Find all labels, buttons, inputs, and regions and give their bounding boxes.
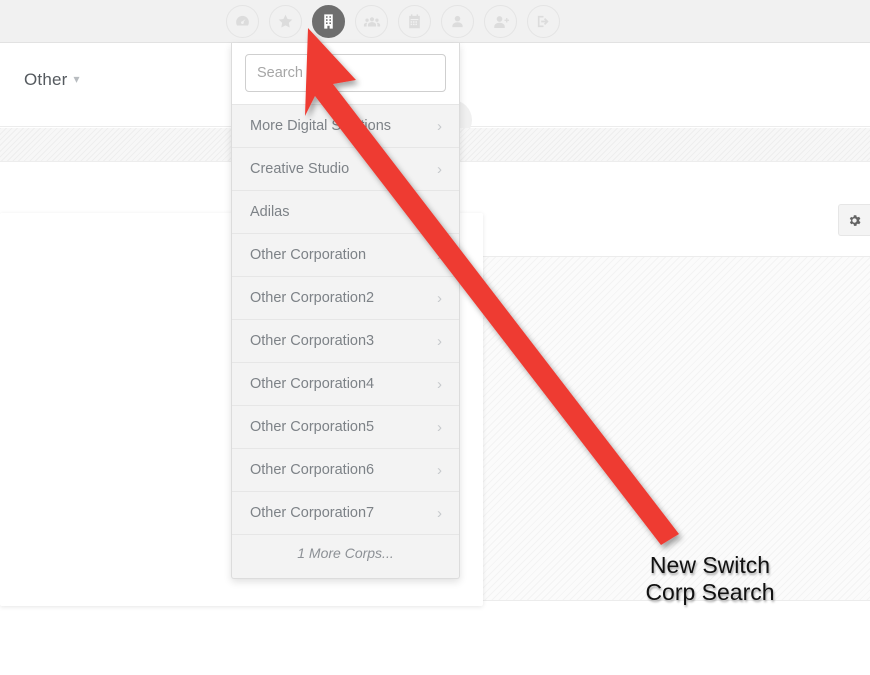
add-user-icon[interactable] <box>484 5 517 38</box>
building-icon[interactable] <box>312 5 345 38</box>
annotation-line-2: Corp Search <box>645 579 775 605</box>
more-corps-link[interactable]: 1 More Corps... <box>232 534 459 570</box>
corp-menu-item[interactable]: Other Corporation2 › <box>232 276 459 319</box>
screenshot-root: Other▾ ? ❯ My History ❯ Password & Pr ❯ <box>0 0 870 675</box>
corp-menu-item-label: Adilas <box>250 204 290 220</box>
corp-menu-item[interactable]: Other Corporation › <box>232 233 459 276</box>
corp-menu-item[interactable]: Adilas <box>232 190 459 233</box>
people-group-icon[interactable] <box>355 5 388 38</box>
annotation-label: New Switch Corp Search <box>600 552 820 606</box>
chevron-right-icon: › <box>437 160 442 178</box>
corp-search-input[interactable] <box>245 54 446 92</box>
page-title[interactable]: Other ▾ <box>24 70 80 90</box>
dashboard-icon[interactable] <box>226 5 259 38</box>
corp-menu-item-label: Other Corporation6 <box>250 462 375 478</box>
more-corps-label: 1 More Corps... <box>297 544 394 561</box>
corp-menu-item-label: Other Corporation7 <box>250 505 375 521</box>
corp-menu-item-label: More Digital Solutions <box>250 118 392 134</box>
star-icon[interactable] <box>269 5 302 38</box>
corp-menu-item-label: Other Corporation3 <box>250 333 375 349</box>
user-icon[interactable] <box>441 5 474 38</box>
corp-menu-item-label: Creative Studio <box>250 161 350 177</box>
chevron-right-icon: › <box>437 375 442 393</box>
corp-menu-item[interactable]: Creative Studio › <box>232 147 459 190</box>
top-toolbar <box>0 0 870 43</box>
chevron-right-icon: › <box>437 332 442 350</box>
corp-menu-item-label: Other Corporation2 <box>250 290 375 306</box>
calendar-icon[interactable] <box>398 5 431 38</box>
chevron-right-icon: › <box>437 504 442 522</box>
corp-menu-item[interactable]: Other Corporation6 › <box>232 448 459 491</box>
corp-menu-item[interactable]: Other Corporation3 › <box>232 319 459 362</box>
chevron-down-icon: ▾ <box>73 72 80 86</box>
chevron-right-icon: › <box>437 246 442 264</box>
chevron-right-icon: › <box>437 461 442 479</box>
corp-menu-item[interactable]: Other Corporation4 › <box>232 362 459 405</box>
switch-corp-dropdown: More Digital Solutions › Creative Studio… <box>231 43 460 579</box>
corp-menu-item[interactable]: Other Corporation5 › <box>232 405 459 448</box>
settings-button[interactable] <box>838 204 870 236</box>
chevron-right-icon: › <box>437 418 442 436</box>
corp-menu-item[interactable]: Other Corporation7 › <box>232 491 459 534</box>
toolbar-icon-group <box>226 5 560 38</box>
corp-menu-item-label: Other Corporation5 <box>250 419 375 435</box>
page-title-text: Other <box>24 70 68 89</box>
corp-search-container <box>232 43 459 104</box>
annotation-line-1: New Switch <box>649 552 771 578</box>
chevron-right-icon: › <box>437 117 442 135</box>
corp-menu-item[interactable]: More Digital Solutions › <box>232 104 459 147</box>
logout-icon[interactable] <box>527 5 560 38</box>
page-footer-area <box>0 601 870 675</box>
gear-icon <box>849 214 861 226</box>
chevron-right-icon: › <box>437 289 442 307</box>
corp-menu-item-label: Other Corporation4 <box>250 376 375 392</box>
corp-menu-item-label: Other Corporation <box>250 247 367 263</box>
